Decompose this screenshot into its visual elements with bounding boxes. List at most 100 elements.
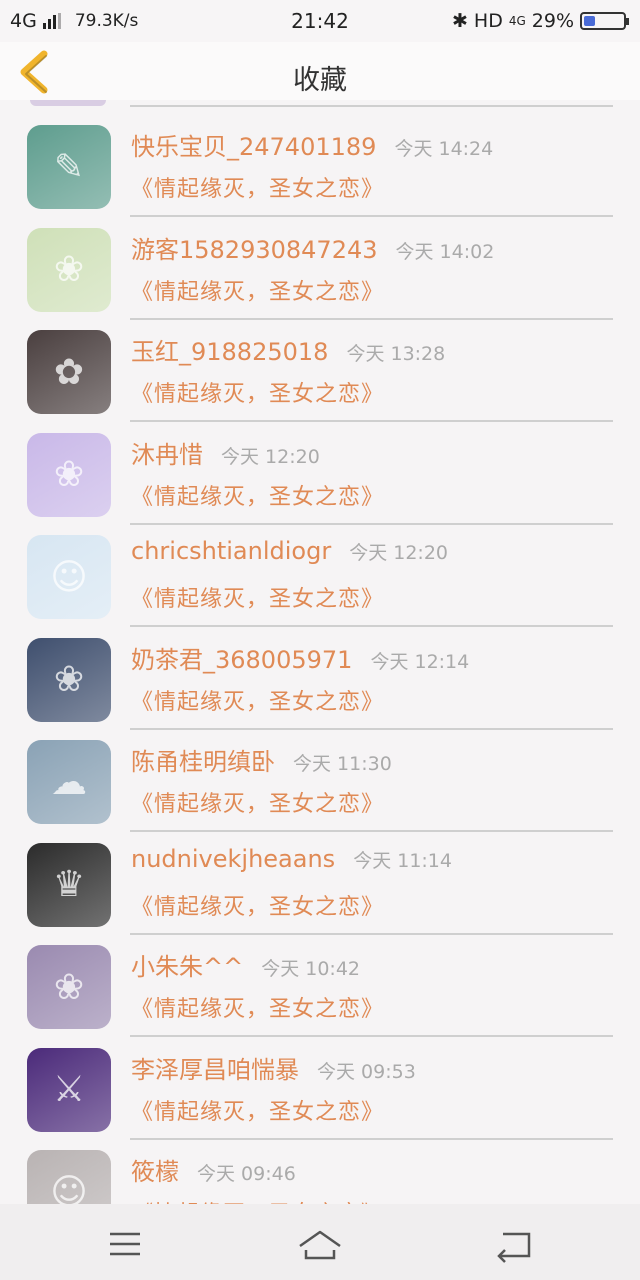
hd-indicator: HD: [473, 10, 503, 32]
user-name: 奶茶君_368005971 今天 12:14: [131, 640, 469, 675]
avatar[interactable]: ❀: [27, 227, 111, 312]
page-title: 收藏: [293, 65, 347, 96]
list-item[interactable]: ❀ 小朱朱^^ 今天 10:42 《情起缘灭，圣女之恋》: [0, 940, 640, 1042]
book-title[interactable]: 《情起缘灭，圣女之恋》: [131, 376, 384, 408]
book-title[interactable]: 《情起缘灭，圣女之恋》: [131, 991, 384, 1023]
timestamp: 今天 14:24: [394, 138, 494, 160]
timestamp: 今天 13:28: [346, 343, 446, 365]
user-name-text: 奶茶君_368005971: [131, 645, 353, 674]
home-icon: [299, 1230, 341, 1260]
book-title[interactable]: 《情起缘灭，圣女之恋》: [131, 684, 384, 716]
divider: [130, 522, 613, 525]
avatar[interactable]: ⚔: [27, 1047, 111, 1132]
anime-girl-icon: ❀: [53, 249, 85, 290]
user-name: 沐冉惜 今天 12:20: [131, 435, 320, 470]
timestamp: 今天 12:14: [370, 650, 470, 673]
list-item[interactable]: ✎ 快乐宝贝_247401189 今天 14:24 《情起缘灭，圣女之恋》: [0, 120, 640, 222]
list-item[interactable]: ⚔ 李泽厚昌咱惴暴 今天 09:53 《情起缘灭，圣女之恋》: [0, 1043, 640, 1145]
divider: [130, 1035, 613, 1037]
divider: [130, 317, 613, 320]
menu-icon: [110, 1232, 140, 1256]
list-item[interactable]: ☺ chricshtianldiogr 今天 12:20 《情起缘灭，圣女之恋》: [0, 530, 640, 632]
user-name: 陈甬桂明缜卧 今天 11:30: [131, 742, 392, 777]
text-wallpaper-icon: ✎: [53, 146, 85, 188]
list-item[interactable]: ☁ 陈甬桂明缜卧 今天 11:30 《情起缘灭，圣女之恋》: [0, 735, 640, 837]
timestamp: 今天 09:46: [197, 1163, 296, 1185]
user-name: 小朱朱^^ 今天 10:42: [131, 947, 360, 982]
anime-girl-icon: ❀: [53, 966, 85, 1008]
divider: [130, 932, 613, 935]
book-title[interactable]: 《情起缘灭，圣女之恋》: [131, 1196, 384, 1204]
bluetooth-icon: ✱: [451, 10, 468, 32]
favorites-list[interactable]: ✎ 快乐宝贝_247401189 今天 14:24 《情起缘灭，圣女之恋》 ❀ 游客158…: [0, 100, 640, 1204]
avatar[interactable]: ☺: [27, 1150, 111, 1204]
book-title[interactable]: 《情起缘灭，圣女之恋》: [131, 889, 384, 921]
divider: [130, 105, 613, 107]
system-nav-bar: [0, 1204, 640, 1280]
list-item[interactable]: ☺ 筱檬今天 09:46 《情起缘灭，圣女之恋》: [0, 1145, 640, 1204]
book-title[interactable]: 《情起缘灭，圣女之恋》: [131, 274, 384, 306]
list-item[interactable]: ✿ 玉红_918825018 今天 13:28 《情起缘灭，圣女之恋》: [0, 325, 640, 427]
avatar[interactable]: ✿: [27, 330, 111, 414]
boy-photo-icon: ☺: [50, 556, 88, 598]
status-bar: 4G 79.3K/s 21:42 ✱ HD 4G 29%: [0, 0, 640, 42]
home-button[interactable]: [290, 1222, 350, 1266]
timestamp: 今天 09:53: [317, 1060, 416, 1083]
fan-flowers-icon: ✿: [53, 351, 85, 393]
anime-girl-icon: ❀: [53, 454, 85, 495]
user-name-text: 李泽厚昌咱惴暴: [131, 1055, 299, 1084]
user-name-text: 沐冉惜: [131, 440, 203, 469]
divider: [130, 215, 613, 217]
list-item[interactable]: ❀ 奶茶君_368005971 今天 12:14 《情起缘灭，圣女之恋》: [0, 633, 640, 735]
battery-icon: [580, 12, 629, 30]
landscape-icon: ☁: [51, 761, 87, 803]
user-name-text: 陈甬桂明缜卧: [131, 748, 275, 776]
battery-level-fill: [584, 16, 595, 26]
timestamp: 今天 12:20: [221, 445, 320, 468]
avatar[interactable]: ❀: [27, 432, 111, 517]
girl-photo-icon: ☺: [50, 1171, 88, 1205]
game-warrior-icon: ⚔: [52, 1069, 86, 1110]
timestamp: 今天 12:20: [349, 542, 448, 564]
user-name: 筱檬 今天 09:46: [131, 1152, 296, 1187]
timestamp: 今天 11:14: [353, 849, 452, 872]
anime-boy-icon: ♛: [52, 864, 86, 905]
user-name-text: 小朱朱^^: [131, 953, 244, 981]
book-title[interactable]: 《情起缘灭，圣女之恋》: [131, 786, 384, 818]
user-name: 游客1582930847243 今天 14:02: [131, 230, 494, 265]
list-item[interactable]: ♛ nudnivekjheaans 今天 11:14 《情起缘灭，圣女之恋》: [0, 838, 640, 940]
book-title[interactable]: 《情起缘灭，圣女之恋》: [131, 479, 384, 511]
partial-avatar: [30, 100, 106, 106]
timestamp: 今天 11:30: [293, 753, 392, 775]
network-type-secondary: 4G: [508, 14, 526, 28]
divider: [130, 830, 613, 832]
user-name-text: 游客1582930847243: [131, 235, 378, 264]
timestamp: 今天 10:42: [261, 958, 361, 980]
avatar[interactable]: ✎: [27, 125, 111, 209]
back-icon: [497, 1232, 531, 1263]
avatar[interactable]: ☁: [27, 740, 111, 824]
divider: [130, 625, 613, 627]
book-title[interactable]: 《情起缘灭，圣女之恋》: [131, 1094, 384, 1126]
user-name-text: nudnivekjheaans: [131, 844, 336, 873]
list-item[interactable]: ❀ 游客1582930847243 今天 14:02 《情起缘灭，圣女之恋》: [0, 223, 640, 325]
user-name-text: 筱檬: [131, 1158, 179, 1186]
user-name: chricshtianldiogr 今天 12:20: [131, 537, 448, 565]
user-name-text: 玉红_918825018: [131, 338, 329, 366]
avatar[interactable]: ☺: [27, 535, 111, 619]
divider: [130, 727, 613, 730]
user-name: 玉红_918825018 今天 13:28: [131, 332, 445, 367]
book-title[interactable]: 《情起缘灭，圣女之恋》: [131, 171, 384, 203]
avatar[interactable]: ❀: [27, 945, 111, 1029]
user-name: nudnivekjheaans 今天 11:14: [131, 845, 452, 873]
avatar[interactable]: ♛: [27, 842, 111, 927]
book-title[interactable]: 《情起缘灭，圣女之恋》: [131, 581, 384, 613]
menu-button[interactable]: [95, 1222, 155, 1266]
divider: [130, 1137, 613, 1140]
back-system-button[interactable]: [485, 1222, 545, 1266]
anime-girl-icon: ❀: [53, 659, 85, 700]
avatar[interactable]: ❀: [27, 637, 111, 722]
list-item[interactable]: ❀ 沐冉惜 今天 12:20 《情起缘灭，圣女之恋》: [0, 428, 640, 530]
divider: [130, 420, 613, 422]
user-name-text: chricshtianldiogr: [131, 537, 332, 565]
